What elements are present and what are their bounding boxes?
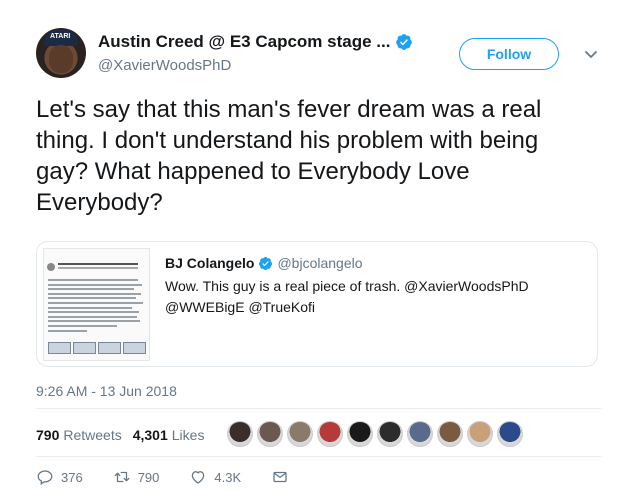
screenshot-text-lines [48,279,146,334]
avatar-face [49,45,73,73]
like-count: 4.3K [214,469,242,485]
divider-bottom [36,456,601,457]
verified-badge-icon [396,34,413,50]
author-handle[interactable]: @XavierWoodsPhD [98,57,231,74]
quoted-display-name[interactable]: BJ Colangelo [165,255,254,271]
quoted-tweet-screenshot-image[interactable] [43,248,150,361]
screenshot-status-bar [44,249,149,255]
like-button[interactable]: 4.3K [189,468,241,486]
follow-button[interactable]: Follow [459,38,559,70]
retweets-label[interactable]: Retweets [63,427,121,443]
quoted-tweet-header: BJ Colangelo @bjcolangelo [165,255,363,271]
liker-avatar[interactable] [497,421,523,447]
retweet-icon [114,471,130,483]
screenshot-name-line [58,263,138,269]
retweet-button[interactable]: 790 [113,468,160,486]
quoted-tweet-text: Wow. This guy is a real piece of trash. … [165,278,529,315]
tweet-timestamp[interactable]: 9:26 AM - 13 Jun 2018 [36,383,177,399]
liker-avatar[interactable] [407,421,433,447]
reply-button[interactable]: 376 [36,468,83,486]
screenshot-image-strip [48,342,146,354]
retweets-count[interactable]: 790 [36,427,59,443]
chevron-down-icon[interactable] [581,44,601,64]
quoted-verified-badge-icon [259,256,273,270]
liker-avatar[interactable] [377,421,403,447]
liker-avatars [227,421,527,447]
tweet-stats: 790 Retweets 4,301 Likes [36,427,215,443]
divider-top [36,408,601,409]
likes-label[interactable]: Likes [172,427,205,443]
envelope-icon [273,471,287,483]
likes-count[interactable]: 4,301 [133,427,168,443]
liker-avatar[interactable] [467,421,493,447]
quoted-handle[interactable]: @bjcolangelo [277,255,362,271]
avatar-cap-text: ATARI [50,33,71,40]
tweet-header: ATARI Austin Creed @ E3 Capcom stage ...… [36,24,616,84]
liker-avatar[interactable] [317,421,343,447]
liker-avatar[interactable] [227,421,253,447]
direct-message-button[interactable] [271,468,296,486]
reply-icon [37,470,53,485]
screenshot-avatar [47,263,55,271]
reply-count: 376 [61,469,83,485]
author-display-name[interactable]: Austin Creed @ E3 Capcom stage ... [98,32,390,52]
liker-avatar[interactable] [347,421,373,447]
tweet-text: Let's say that this man's fever dream wa… [36,96,542,216]
retweet-count: 790 [137,469,160,485]
author-name-line: Austin Creed @ E3 Capcom stage ... [98,32,413,52]
tweet-actions: 376 790 4.3K [36,468,326,486]
author-avatar[interactable]: ATARI [36,28,86,78]
liker-avatar[interactable] [437,421,463,447]
liker-avatar[interactable] [287,421,313,447]
heart-icon [192,471,205,484]
liker-avatar[interactable] [257,421,283,447]
quoted-tweet-card[interactable]: BJ Colangelo @bjcolangelo Wow. This guy … [36,241,598,367]
